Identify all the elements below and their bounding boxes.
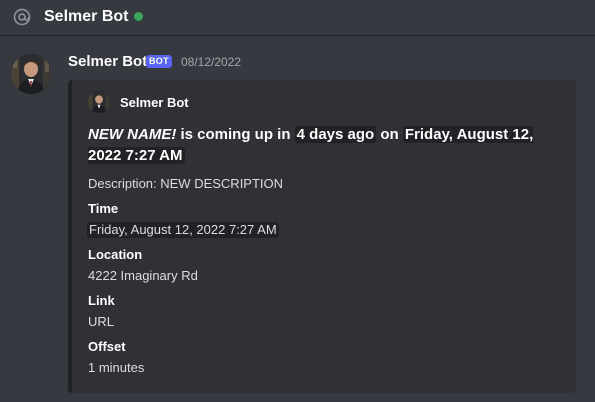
online-status-dot [134, 12, 143, 21]
title-text: is coming up in [176, 126, 295, 143]
message-timestamp: 08/12/2022 [181, 55, 242, 69]
field-value-offset: 1 minutes [88, 360, 145, 375]
embed-avatar-image [88, 91, 110, 113]
channel-title: Selmer Bot [44, 8, 129, 25]
channel-header: Selmer Bot [0, 0, 595, 35]
field-name-location: Location [88, 247, 143, 262]
avatar-image [11, 54, 51, 94]
author-name[interactable]: Selmer Bot [68, 53, 147, 71]
field-value-location: 4222 Imaginary Rd [88, 268, 198, 283]
field-name-time: Time [88, 201, 119, 216]
embed-author-name: Selmer Bot [120, 95, 189, 110]
at-icon [13, 8, 31, 26]
field-value-time: Friday, August 12, 2022 7:27 AM [87, 222, 279, 238]
title-text-on: on [376, 126, 403, 143]
avatar[interactable] [11, 54, 51, 94]
bot-tag: BOT [146, 55, 172, 68]
embed: Selmer Bot NEW NAME! is coming up in 4 d… [68, 80, 576, 393]
embed-author-avatar [88, 91, 110, 113]
field-name-offset: Offset [88, 339, 126, 354]
embed-description: Description: NEW DESCRIPTION [88, 176, 284, 191]
field-name-link: Link [88, 293, 115, 308]
event-name: NEW NAME! [88, 126, 177, 143]
relative-time: 4 days ago [294, 126, 377, 143]
field-value-link: URL [88, 314, 115, 329]
embed-title: NEW NAME! is coming up in 4 days ago on … [88, 124, 558, 166]
